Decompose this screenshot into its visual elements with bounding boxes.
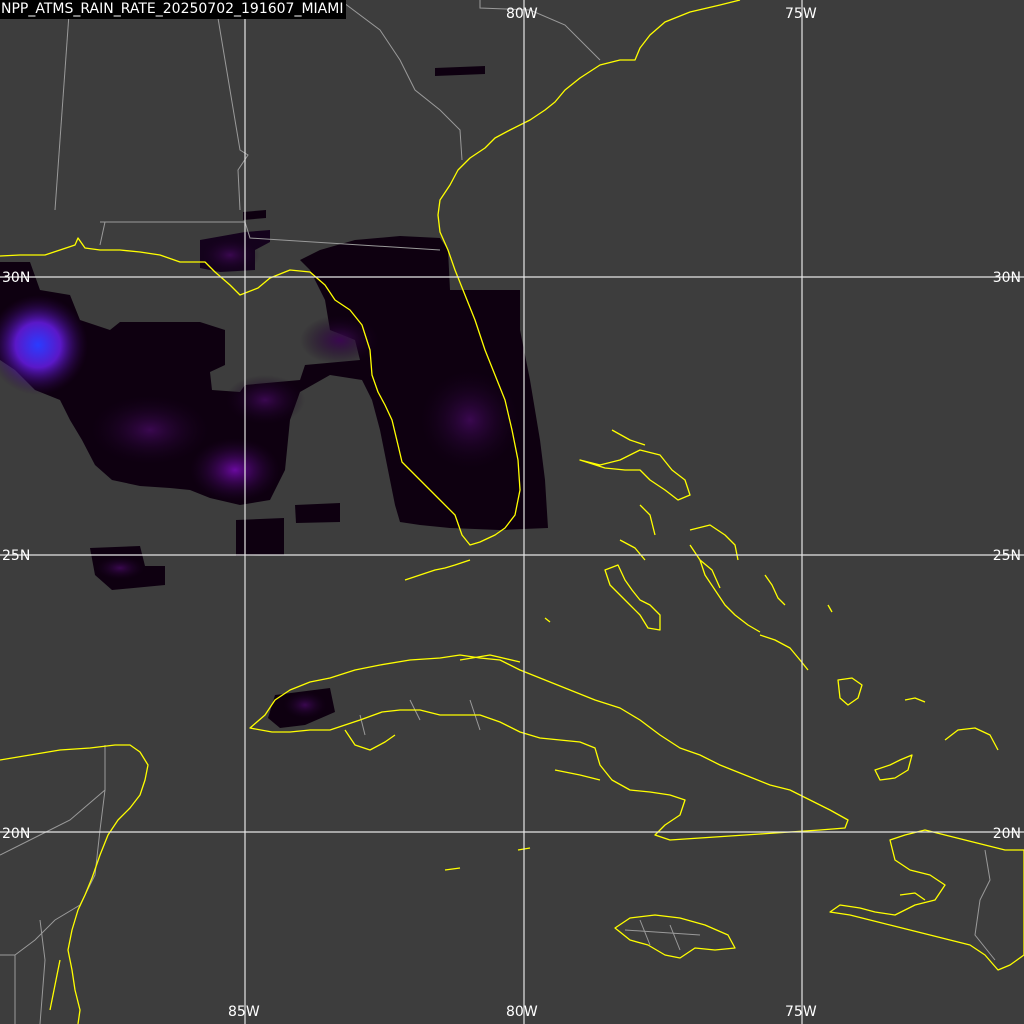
lat-label-left-30n: 30N [2, 270, 30, 286]
lat-label-right-25n: 25N [993, 548, 1021, 564]
lat-label-right-20n: 20N [993, 826, 1021, 842]
product-title: NPP_ATMS_RAIN_RATE_20250702_191607_MIAMI [0, 0, 347, 19]
lon-label-bottom-75w: 75W [785, 1004, 817, 1020]
lat-label-left-25n: 25N [2, 548, 30, 564]
cuba-coastline [249, 654, 849, 841]
lon-label-top-80w: 80W [506, 6, 538, 22]
lon-label-top-75w: 75W [785, 6, 817, 22]
rain-rate-layer [0, 66, 548, 728]
lat-label-left-20n: 20N [2, 826, 30, 842]
lon-label-bottom-80w: 80W [506, 1004, 538, 1020]
hispaniola-coastline [829, 829, 1024, 971]
yucatan-coastline [0, 744, 149, 1024]
lat-label-right-30n: 30N [993, 270, 1021, 286]
satellite-map: 80W 75W 85W 80W 75W 30N 25N 20N 30N 25N … [0, 0, 1024, 1024]
bahamas-coastline [579, 449, 691, 501]
lon-label-bottom-85w: 85W [228, 1004, 260, 1020]
